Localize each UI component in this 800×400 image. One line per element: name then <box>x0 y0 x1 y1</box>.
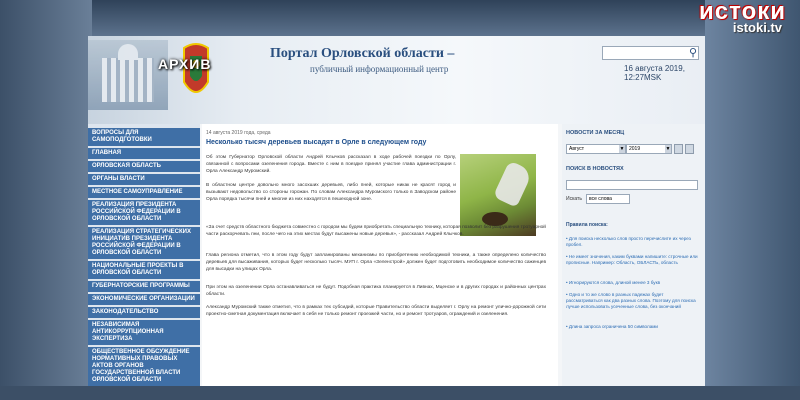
search-rule: Игнорируются слова, длиной менее 3 букв <box>566 280 698 286</box>
article-paragraph: В областном центре довольно много засохш… <box>206 183 456 202</box>
search-rule: Одно и то же слово в разных падежах буде… <box>566 292 698 310</box>
nav-item[interactable]: Общественное обсуждение нормативных прав… <box>88 347 200 386</box>
article-content: 14 августа 2019 года, среда Несколько ты… <box>202 124 558 386</box>
right-column: Новости за месяц Август ▼ 2019 ▼ Поиск в… <box>562 124 705 386</box>
tv-frame-left <box>0 0 92 400</box>
article-paragraph: Глава региона отметил, что в этом году б… <box>206 253 546 272</box>
chevron-down-icon[interactable]: ▼ <box>665 145 671 153</box>
search-icon[interactable]: ⚲ <box>689 46 697 59</box>
header-date: 16 августа 2019, 12:27МSK <box>624 64 685 82</box>
left-navigation: Вопросы для самоподготовки Главная Орлов… <box>88 124 200 386</box>
archive-label: АРХИВ <box>158 56 212 72</box>
search-label: Искать <box>566 196 582 202</box>
tv-frame-top <box>0 0 800 38</box>
nav-item[interactable]: Губернаторские программы <box>88 281 200 292</box>
article-paragraph: «За счет средств областного бюджета совм… <box>206 225 546 237</box>
article-paragraph: Александр Муромский также отметил, что в… <box>206 305 546 317</box>
search-news-title: Поиск в новостях <box>566 166 624 172</box>
chevron-down-icon[interactable]: ▼ <box>619 145 625 153</box>
article-headline[interactable]: Несколько тысяч деревьев высадят в Орле … <box>206 139 426 146</box>
month-select[interactable]: Август ▼ <box>566 144 626 154</box>
nav-item-home[interactable]: Главная <box>88 148 200 159</box>
news-search-input[interactable] <box>566 180 698 190</box>
nav-item[interactable]: Независимая антикоррупционная экспертиза <box>88 320 200 345</box>
search-rule: Длина запроса ограничена 50 символами <box>566 324 698 330</box>
nav-item[interactable]: Реализация стратегических инициатив През… <box>88 227 200 259</box>
site-search-input[interactable]: ⚲ <box>602 46 699 60</box>
tv-frame-bottom <box>0 386 800 400</box>
month-value: Август <box>569 146 585 152</box>
search-rule: Для поиска несколько слов просто перечис… <box>566 236 698 248</box>
portal-subtitle: публичный информационный центр <box>310 64 449 74</box>
region-emblem-icon <box>183 43 209 93</box>
tv-frame-right <box>705 0 800 400</box>
article-paragraph: Об этом Губернатор Орловской области Анд… <box>206 155 456 174</box>
nav-item[interactable]: Национальные проекты в Орловской области <box>88 261 200 279</box>
government-building-image <box>88 40 168 110</box>
nav-item[interactable]: Законодательство <box>88 307 200 318</box>
year-value: 2019 <box>629 146 641 152</box>
channel-url: istoki.tv <box>732 20 782 35</box>
article-date: 14 августа 2019 года, среда <box>206 130 271 136</box>
nav-item[interactable]: Органы власти <box>88 174 200 185</box>
month-go-button[interactable] <box>674 144 683 154</box>
month-go-button[interactable] <box>685 144 694 154</box>
search-scope-select[interactable]: все слова <box>586 194 630 204</box>
nav-item[interactable]: Орловская область <box>88 161 200 172</box>
search-rules-title: Правила поиска: <box>566 222 608 228</box>
news-by-month-title: Новости за месяц <box>566 130 625 136</box>
site-header: АРХИВ Портал Орловской области – публичн… <box>88 36 705 124</box>
browser-screen: АРХИВ Портал Орловской области – публичн… <box>88 36 705 386</box>
article-paragraph: При этом на озеленении Орла останавливат… <box>206 285 546 297</box>
nav-item[interactable]: Местное самоуправление <box>88 187 200 198</box>
search-rule: Не имеет значения, каким буквами напишит… <box>566 254 698 266</box>
nav-item[interactable]: Экономические организации <box>88 294 200 305</box>
nav-item[interactable]: Реализация президента Российской Федерац… <box>88 200 200 225</box>
portal-title[interactable]: Портал Орловской области – <box>270 46 454 62</box>
search-scope-value: все слова <box>589 196 612 202</box>
year-select[interactable]: 2019 ▼ <box>626 144 672 154</box>
nav-item[interactable]: Вопросы для самоподготовки <box>88 128 200 146</box>
